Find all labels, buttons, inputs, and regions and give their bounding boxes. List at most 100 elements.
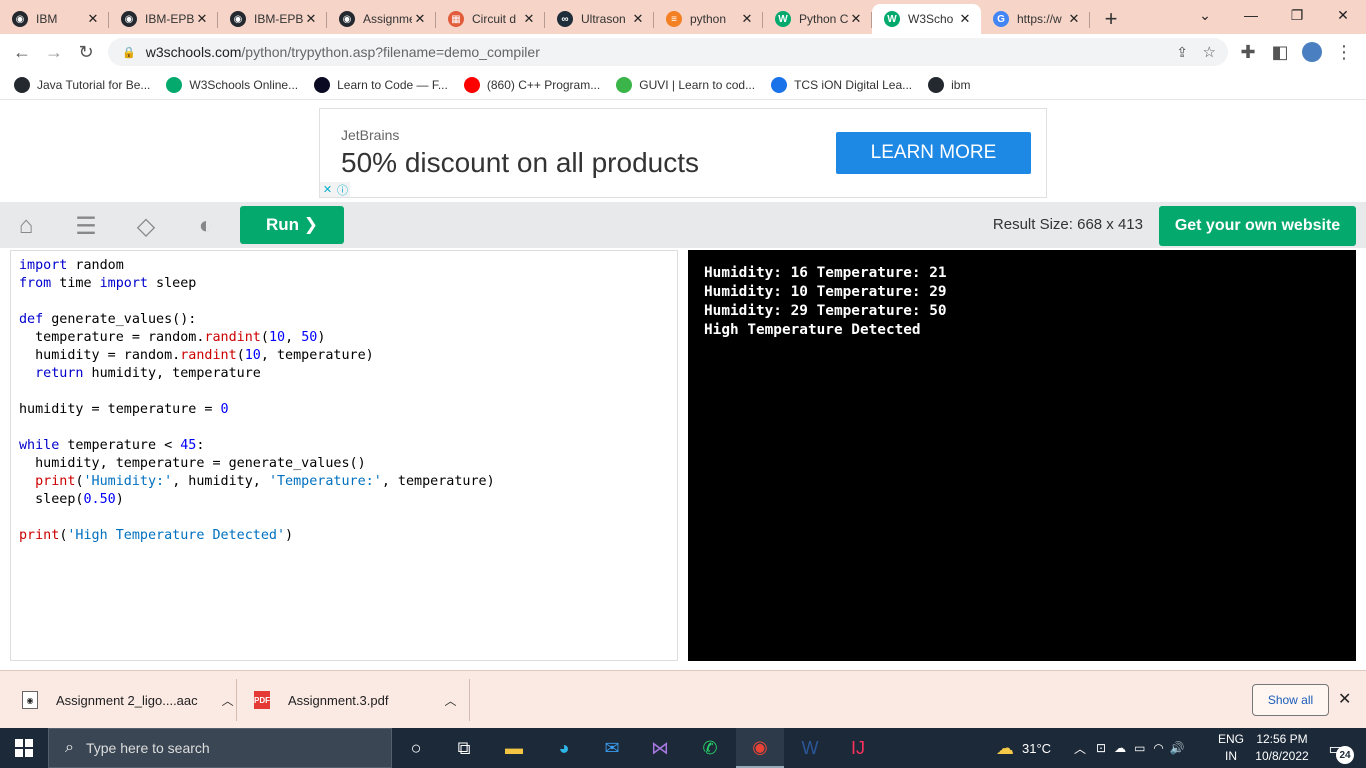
chrome-icon[interactable]: ◉ [736, 728, 784, 768]
restore-button[interactable]: ❐ [1274, 0, 1320, 30]
chevron-up-icon[interactable]: ︿ [1074, 740, 1086, 757]
tab-search-button[interactable]: ⌄ [1182, 0, 1228, 30]
clock[interactable]: 12:56 PM 10/8/2022 [1250, 731, 1314, 765]
taskbar-search-input[interactable]: ⌕ Type here to search [48, 728, 392, 768]
advertisement-banner[interactable]: JetBrains 50% discount on all products L… [319, 108, 1047, 198]
profile-button[interactable] [1300, 40, 1324, 64]
browser-tab[interactable]: ▦ Circuit d ✕ [436, 4, 545, 34]
code-line[interactable] [19, 383, 669, 401]
word-icon[interactable]: W [786, 728, 834, 768]
bookmark-item[interactable]: TCS iON Digital Lea... [771, 76, 912, 93]
forward-button[interactable]: → [42, 40, 66, 64]
language-indicator[interactable]: ENG IN [1216, 731, 1246, 765]
run-button[interactable]: Run ❯ [240, 206, 344, 244]
minimize-button[interactable]: — [1228, 0, 1274, 30]
browser-tab[interactable]: ◉ IBM ✕ [0, 4, 109, 34]
back-button[interactable]: ← [10, 40, 34, 64]
star-icon[interactable]: ☆ [1203, 43, 1216, 61]
browser-tab[interactable]: W W3Scho ✕ [872, 4, 981, 34]
close-tab-icon[interactable]: ✕ [412, 11, 428, 27]
code-line[interactable]: temperature = random.randint(10, 50) [19, 329, 669, 347]
code-line[interactable]: return humidity, temperature [19, 365, 669, 383]
ad-close-icon[interactable]: ✕ [320, 182, 335, 197]
browser-tab[interactable]: ◉ Assignment✕ [327, 4, 436, 34]
bookmark-item[interactable]: W3Schools Online... [166, 76, 298, 93]
code-line[interactable]: def generate_values(): [19, 311, 669, 329]
code-content[interactable]: import random from time import sleep def g… [19, 257, 669, 545]
reload-button[interactable]: ↻ [74, 40, 98, 64]
browser-tab[interactable]: ◉ IBM-EPB ✕ [218, 4, 327, 34]
bookmark-item[interactable]: ibm [928, 76, 970, 93]
close-tab-icon[interactable]: ✕ [630, 11, 646, 27]
bookmark-item[interactable]: (860) C++ Program... [463, 76, 600, 93]
edge-icon[interactable]: ◕ [540, 728, 588, 768]
browser-tab[interactable]: W Python C ✕ [763, 4, 872, 34]
close-tab-icon[interactable]: ✕ [1066, 11, 1082, 27]
browser-tab[interactable]: ≡ python ✕ [654, 4, 763, 34]
code-line[interactable] [19, 419, 669, 437]
close-tab-icon[interactable]: ✕ [848, 11, 864, 27]
code-line[interactable]: humidity = temperature = 0 [19, 401, 669, 419]
chevron-up-icon[interactable]: ︿ [222, 692, 234, 709]
code-line[interactable] [19, 509, 669, 527]
mail-icon[interactable]: ✉ [588, 728, 636, 768]
whatsapp-icon[interactable]: ✆ [686, 728, 734, 768]
bookmark-item[interactable]: Learn to Code — F... [314, 76, 448, 93]
code-line[interactable]: from time import sleep [19, 275, 669, 293]
code-line[interactable] [19, 293, 669, 311]
get-website-button[interactable]: Get your own website [1159, 206, 1356, 246]
cloud-icon[interactable]: ☁ [1114, 741, 1126, 755]
url-input[interactable]: 🔒 w3schools.com/python/trypython.asp?fil… [108, 38, 1228, 66]
share-icon[interactable]: ⇪ [1176, 44, 1188, 61]
bookmark-item[interactable]: Java Tutorial for Be... [14, 76, 150, 93]
code-line[interactable]: sleep(0.50) [19, 491, 669, 509]
code-line[interactable]: print('Humidity:', humidity, 'Temperatur… [19, 473, 669, 491]
ad-choices[interactable]: ✕ ⓘ [320, 182, 350, 197]
intellij-icon[interactable]: IJ [834, 728, 882, 768]
start-button[interactable] [0, 728, 48, 768]
volume-icon[interactable]: 🔊 [1170, 741, 1185, 755]
new-tab-button[interactable]: + [1096, 4, 1126, 34]
contrast-icon[interactable]: ◐ [190, 210, 222, 242]
download-item-audio[interactable]: ◉ Assignment 2_ligo....aac ︿ [22, 671, 234, 729]
browser-tab[interactable]: Ghttps://w ✕ [981, 4, 1090, 34]
code-editor[interactable]: import random from time import sleep def g… [10, 250, 678, 661]
browser-tab[interactable]: ∞ Ultrason ✕ [545, 4, 654, 34]
code-line[interactable]: print('High Temperature Detected') [19, 527, 669, 545]
wifi-icon[interactable]: ◠ [1153, 741, 1163, 755]
close-tab-icon[interactable]: ✕ [957, 11, 973, 27]
weather-widget[interactable]: ☁ 31°C [996, 728, 1051, 768]
rotate-layout-icon[interactable]: ◇ [130, 210, 162, 242]
device-icon[interactable]: ⊡ [1096, 741, 1106, 755]
close-tab-icon[interactable]: ✕ [521, 11, 537, 27]
system-tray[interactable]: ︿ ⊡ ☁ ▭ ◠ 🔊 [1074, 728, 1185, 768]
code-line[interactable]: while temperature < 45: [19, 437, 669, 455]
close-tab-icon[interactable]: ✕ [194, 11, 210, 27]
extensions-button[interactable]: ✚ [1236, 40, 1260, 64]
menu-icon[interactable]: ☰ [70, 210, 102, 242]
chevron-up-icon[interactable]: ︿ [444, 692, 456, 709]
close-window-button[interactable]: ✕ [1320, 0, 1366, 30]
code-line[interactable]: humidity, temperature = generate_values(… [19, 455, 669, 473]
close-tab-icon[interactable]: ✕ [739, 11, 755, 27]
close-tab-icon[interactable]: ✕ [85, 11, 101, 27]
bookmark-item[interactable]: GUVI | Learn to cod... [616, 76, 755, 93]
visual-studio-icon[interactable]: ⋈ [636, 728, 684, 768]
code-line[interactable]: humidity = random.randint(10, temperatur… [19, 347, 669, 365]
file-explorer-icon[interactable]: ▬ [490, 728, 538, 768]
battery-icon[interactable]: ▭ [1134, 741, 1145, 755]
download-item-pdf[interactable]: PDF Assignment.3.pdf ︿ [254, 671, 456, 729]
learn-more-button[interactable]: LEARN MORE [836, 132, 1031, 174]
menu-button[interactable]: ⋮ [1332, 40, 1356, 64]
notification-button[interactable]: ▭ 24 [1322, 736, 1354, 764]
home-icon[interactable]: ⌂ [10, 210, 42, 242]
close-tab-icon[interactable]: ✕ [303, 11, 319, 27]
code-line[interactable]: import random [19, 257, 669, 275]
show-all-button[interactable]: Show all [1252, 684, 1329, 716]
close-downloads-icon[interactable]: ✕ [1338, 689, 1351, 709]
ad-info-icon[interactable]: ⓘ [335, 182, 350, 197]
cortana-icon[interactable]: ○ [392, 728, 440, 768]
browser-tab[interactable]: ◉ IBM-EPB ✕ [109, 4, 218, 34]
task-view-icon[interactable]: ⧉ [440, 728, 488, 768]
side-panel-button[interactable]: ◧ [1268, 40, 1292, 64]
